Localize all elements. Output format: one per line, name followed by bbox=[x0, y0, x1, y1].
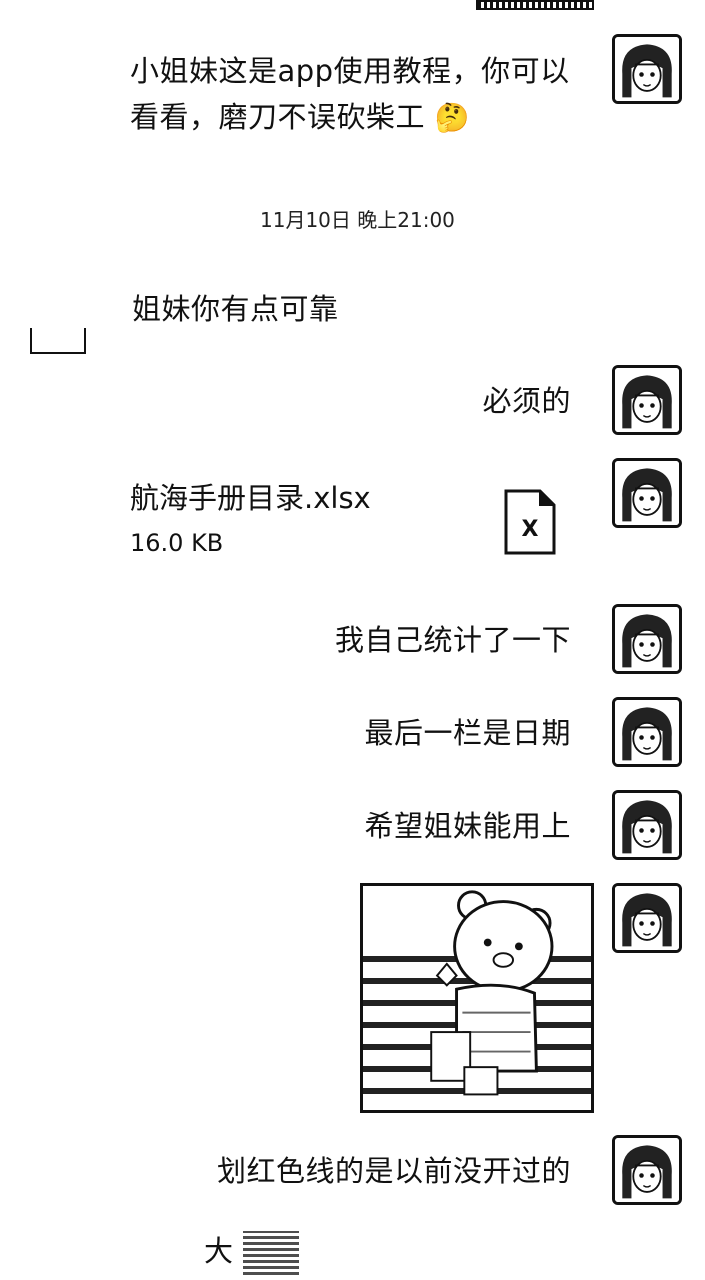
avatar-girl-icon bbox=[615, 37, 679, 101]
message-bubble[interactable]: 希望姐妹能用上 bbox=[364, 803, 571, 849]
timestamp: 11月10日 晚上21:00 bbox=[260, 208, 455, 232]
avatar-girl-icon bbox=[615, 607, 679, 671]
message-bubble[interactable]: 我自己统计了一下 bbox=[335, 617, 571, 663]
partial-avatar-frame bbox=[30, 328, 86, 354]
avatar[interactable] bbox=[612, 34, 682, 104]
avatar-girl-icon bbox=[615, 886, 679, 950]
bear-sticker[interactable] bbox=[360, 883, 594, 1113]
svg-text:X: X bbox=[522, 517, 539, 542]
obscured-text bbox=[243, 1231, 300, 1275]
message-text-prefix: 大 bbox=[204, 1234, 234, 1268]
message-bubble-tutorial[interactable]: 小姐妹这是app使用教程，你可以 看看，磨刀不误砍柴工 🤔 bbox=[130, 48, 570, 141]
avatar[interactable] bbox=[612, 604, 682, 674]
file-message[interactable]: 航海手册目录.xlsx 16.0 KB bbox=[130, 475, 371, 557]
avatar-girl-icon bbox=[615, 700, 679, 764]
avatar[interactable] bbox=[612, 1135, 682, 1205]
bear-icon bbox=[430, 890, 554, 1096]
message-bubble-partial[interactable]: 大 bbox=[204, 1228, 300, 1275]
avatar[interactable] bbox=[612, 365, 682, 435]
message-bubble[interactable]: 划红色线的是以前没开过的 bbox=[217, 1148, 571, 1194]
avatar-girl-icon bbox=[615, 368, 679, 432]
message-bubble[interactable]: 姐妹你有点可靠 bbox=[132, 286, 339, 332]
excel-file-icon: X bbox=[504, 489, 556, 559]
avatar[interactable] bbox=[612, 790, 682, 860]
file-size: 16.0 KB bbox=[130, 529, 224, 557]
top-partial-bar bbox=[476, 0, 594, 10]
thinking-face-icon: 🤔 bbox=[434, 101, 471, 134]
message-bubble[interactable]: 必须的 bbox=[482, 378, 571, 424]
file-name: 航海手册目录.xlsx bbox=[130, 481, 371, 515]
avatar[interactable] bbox=[612, 697, 682, 767]
message-bubble[interactable]: 最后一栏是日期 bbox=[364, 710, 571, 756]
avatar[interactable] bbox=[612, 883, 682, 953]
message-text-line: 看看，磨刀不误砍柴工 bbox=[130, 100, 426, 134]
message-text-line: 小姐妹这是app使用教程，你可以 bbox=[130, 54, 570, 88]
avatar[interactable] bbox=[612, 458, 682, 528]
avatar-girl-icon bbox=[615, 1138, 679, 1202]
avatar-girl-icon bbox=[615, 461, 679, 525]
avatar-girl-icon bbox=[615, 793, 679, 857]
